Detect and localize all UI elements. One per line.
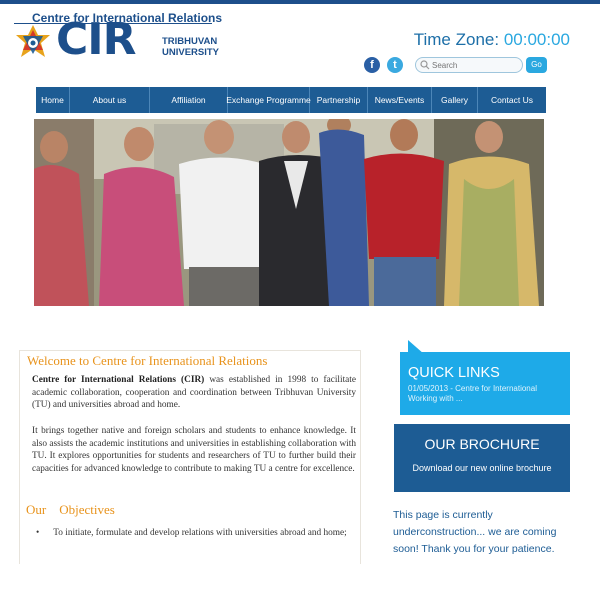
objectives-heading: Our Objectives — [26, 502, 115, 517]
nav-affiliation[interactable]: Affiliation — [150, 87, 228, 113]
quick-links-title: QUICK LINKS — [408, 365, 500, 381]
brochure-title: OUR BROCHURE — [424, 436, 540, 452]
university-name: TRIBHUVAN UNIVERSITY — [162, 36, 219, 58]
welcome-paragraph-1: Centre for International Relations (CIR)… — [32, 374, 356, 412]
search-input[interactable] — [415, 57, 523, 73]
university-line-2: UNIVERSITY — [162, 47, 220, 58]
main-nav: Home About us Affiliation Exchange Progr… — [36, 87, 546, 113]
timezone-display: Time Zone: 00:00:00 — [414, 30, 570, 50]
twitter-icon[interactable]: t — [387, 57, 403, 73]
nav-contact-us[interactable]: Contact Us — [478, 87, 546, 113]
brochure-download-link[interactable]: Download our new online brochure — [394, 463, 570, 473]
nav-news-events[interactable]: News/Events — [368, 87, 432, 113]
tu-emblem-icon[interactable] — [14, 24, 52, 62]
welcome-title: Welcome to Centre for International Rela… — [27, 353, 268, 368]
welcome-paragraph-2: It brings together native and foreign sc… — [32, 426, 356, 474]
construction-notice: This page is currently underconstruction… — [393, 509, 557, 555]
cir-name-bold: Centre for International Relations (CIR) — [32, 375, 205, 385]
objective-item: • To initiate, formulate and develop rela… — [32, 527, 360, 540]
quick-links-panel: QUICK LINKS 01/05/2013 - Centre for Inte… — [400, 352, 570, 415]
search-icon — [420, 60, 430, 70]
timezone-label: Time Zone: — [413, 30, 500, 49]
top-bar — [0, 0, 600, 4]
nav-home[interactable]: Home — [36, 87, 70, 113]
timezone-clock: 00:00:00 — [503, 30, 570, 49]
nav-gallery[interactable]: Gallery — [432, 87, 478, 113]
nav-about-us[interactable]: About us — [70, 87, 150, 113]
nav-exchange-programme[interactable]: Exchange Programme — [226, 87, 311, 113]
objective-text: To initiate, formulate and develop relat… — [53, 528, 347, 538]
facebook-icon[interactable]: f — [364, 57, 380, 73]
nav-partnership[interactable]: Partnership — [310, 87, 368, 113]
search-go-button[interactable]: Go — [526, 57, 547, 73]
brochure-panel[interactable]: OUR BROCHURE Download our new online bro… — [394, 424, 570, 492]
welcome-panel: Welcome to Centre for International Rela… — [19, 350, 361, 564]
quick-links-news-item[interactable]: 01/05/2013 - Centre for International Wo… — [408, 384, 566, 404]
bullet-icon: • — [36, 528, 40, 538]
cir-logo-text[interactable]: CIR — [56, 18, 137, 62]
university-line-1: TRIBHUVAN — [162, 36, 218, 47]
banner-photo — [34, 119, 544, 306]
